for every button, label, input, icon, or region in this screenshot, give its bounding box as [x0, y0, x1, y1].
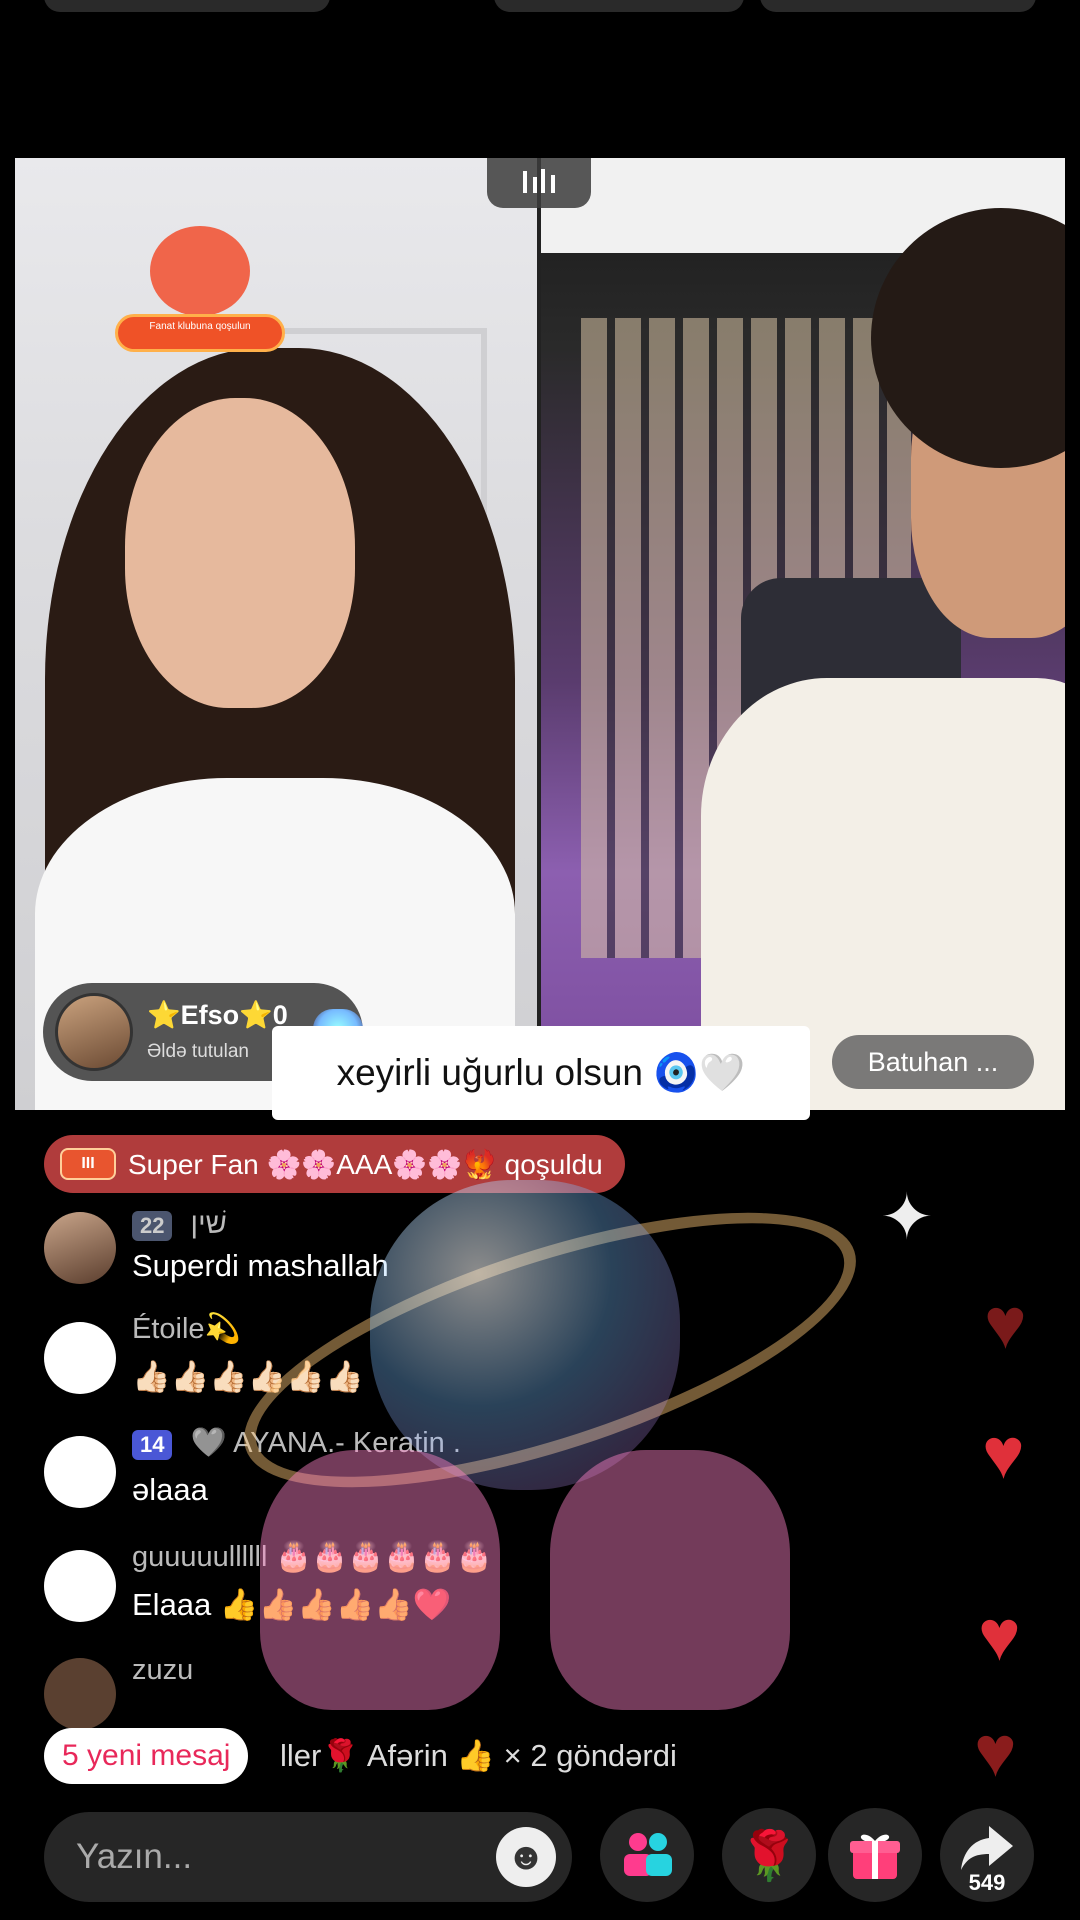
- comment-item[interactable]: 14 🩶 AYANA.- Keratin . əlaaa: [44, 1426, 944, 1516]
- share-button[interactable]: 549: [940, 1808, 1034, 1902]
- guest-video-panel[interactable]: [541, 158, 1065, 1110]
- rose-gift-icon: 🌹: [739, 1829, 799, 1883]
- split-view-handle-icon[interactable]: [487, 158, 591, 208]
- comment-input-placeholder: Yazın...: [76, 1837, 193, 1876]
- rose-gift-button[interactable]: 🌹: [722, 1808, 816, 1902]
- share-arrow-icon: [961, 1826, 1013, 1870]
- fan-club-level-icon: III: [60, 1148, 116, 1180]
- fan-club-badge[interactable]: Fanat klubuna qoşulun: [115, 226, 285, 356]
- top-right-pill[interactable]: [760, 0, 1036, 12]
- commenter-avatar[interactable]: [44, 1436, 116, 1508]
- comment-text: Elaaa 👍👍👍👍👍❤️: [132, 1587, 452, 1622]
- level-badge: 22: [132, 1211, 173, 1241]
- commenter-name-text: 🩶 AYANA.- Keratin .: [190, 1427, 461, 1459]
- like-heart-icon: ♥: [984, 1284, 1027, 1364]
- commenter-name: 22 שׁין: [132, 1208, 227, 1241]
- comment-input[interactable]: Yazın... ☻: [44, 1812, 572, 1902]
- live-video-area: Fanat klubuna qoşulun ⭐Efso⭐0 Əldə tutul…: [15, 158, 1065, 1110]
- gift-notification-text: ller🌹 Afərin 👍 × 2 göndərdi: [280, 1738, 677, 1773]
- joined-banner-text: Super Fan 🌸🌸AAA🌸🌸🐦‍🔥 qoşuldu: [128, 1148, 603, 1180]
- commenter-avatar[interactable]: [44, 1322, 116, 1394]
- comment-item[interactable]: guuuuullllll 🎂🎂🎂🎂🎂🎂 Elaaa 👍👍👍👍👍❤️: [44, 1540, 944, 1630]
- sparkle-star-icon: ✦: [880, 1181, 934, 1253]
- host-name: ⭐Efso⭐0: [147, 1000, 288, 1030]
- top-middle-pill[interactable]: [494, 0, 744, 12]
- comment-text: əlaaa: [132, 1472, 208, 1507]
- commenter-name: 14 🩶 AYANA.- Keratin .: [132, 1426, 461, 1460]
- comment-item[interactable]: Étoile💫 👍🏻👍🏻👍🏻👍🏻👍🏻👍🏻: [44, 1312, 944, 1402]
- host-avatar[interactable]: [55, 993, 133, 1071]
- new-messages-button[interactable]: 5 yeni mesaj: [44, 1728, 249, 1784]
- featured-comment-caption: xeyirli uğurlu olsun 🧿🤍: [272, 1026, 810, 1120]
- bars-icon: [523, 169, 555, 193]
- multi-guest-icon: [624, 1833, 672, 1876]
- like-heart-icon: ♥: [978, 1596, 1021, 1676]
- top-left-pill[interactable]: [44, 0, 330, 12]
- level-badge: 14: [132, 1430, 173, 1460]
- gift-button[interactable]: [828, 1808, 922, 1902]
- like-heart-icon: ♥: [982, 1414, 1025, 1494]
- commenter-name: zuzu: [132, 1654, 194, 1686]
- comment-text: 👍🏻👍🏻👍🏻👍🏻👍🏻👍🏻: [132, 1359, 364, 1394]
- comment-item[interactable]: zuzu: [44, 1654, 944, 1730]
- commenter-name-text: שׁין: [190, 1208, 227, 1240]
- fan-club-heart-icon: [150, 226, 250, 316]
- share-count: 549: [968, 1870, 1006, 1895]
- commenter-name: Étoile💫: [132, 1313, 241, 1345]
- smiley-face-icon[interactable]: ☻: [496, 1827, 556, 1887]
- host-video-panel[interactable]: Fanat klubuna qoşulun: [15, 158, 537, 1110]
- joined-banner: III Super Fan 🌸🌸AAA🌸🌸🐦‍🔥 qoşuldu: [44, 1135, 625, 1193]
- commenter-name: guuuuullllll 🎂🎂🎂🎂🎂🎂: [132, 1541, 493, 1573]
- like-heart-icon: ♥: [974, 1712, 1017, 1792]
- guest-name-pill[interactable]: Batuhan ...: [832, 1035, 1034, 1089]
- comment-text: Superdi mashallah: [132, 1248, 389, 1283]
- fan-club-label: Fanat klubuna qoşulun: [115, 314, 285, 352]
- commenter-avatar[interactable]: [44, 1212, 116, 1284]
- host-subtitle: Əldə tutulan: [147, 1041, 249, 1062]
- host-face: [125, 398, 355, 708]
- video-divider: [537, 158, 541, 1110]
- commenter-avatar[interactable]: [44, 1658, 116, 1730]
- gift-box-icon: [850, 1834, 900, 1879]
- multi-guest-button[interactable]: [600, 1808, 694, 1902]
- commenter-avatar[interactable]: [44, 1550, 116, 1622]
- comment-item[interactable]: 22 שׁין Superdi mashallah: [44, 1208, 944, 1288]
